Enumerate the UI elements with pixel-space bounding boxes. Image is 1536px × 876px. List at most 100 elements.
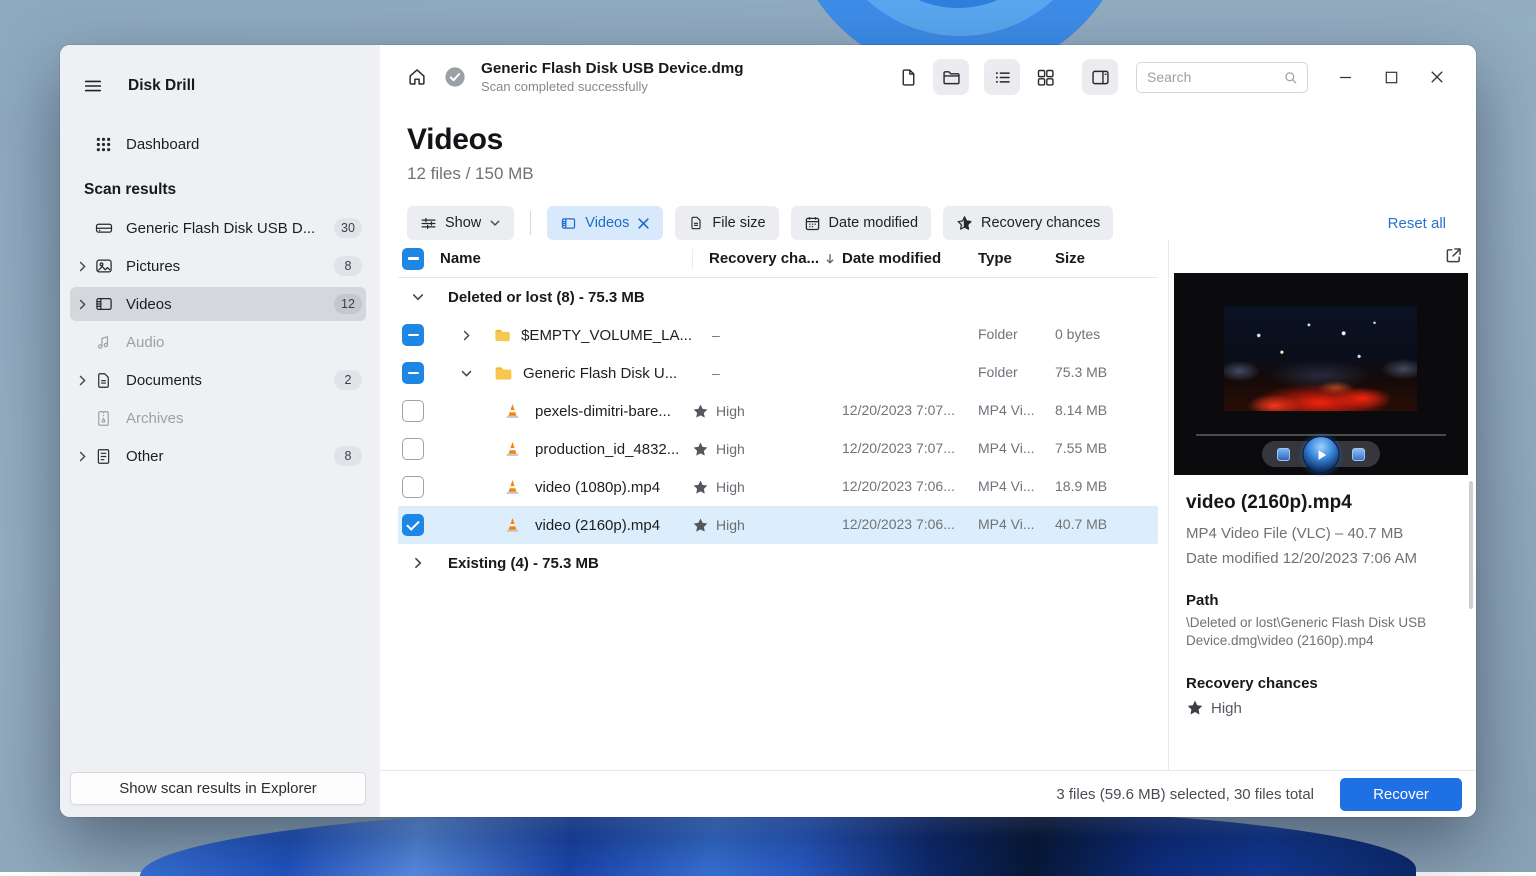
reset-all-link[interactable]: Reset all — [1388, 215, 1446, 232]
detail-file-name: video (2160p).mp4 — [1186, 492, 1456, 514]
preview-panel-toggle-button[interactable] — [1082, 59, 1118, 95]
chevron-down-icon[interactable] — [460, 367, 473, 380]
chevron-right-icon[interactable] — [70, 298, 94, 311]
side-panel-icon — [1090, 67, 1111, 88]
recovery-value: High — [716, 403, 745, 419]
table-row-file[interactable]: pexels-dimitri-bare... High 12/20/2023 7… — [398, 392, 1158, 430]
chevron-right-icon[interactable] — [460, 329, 473, 342]
sidebar-item-pictures[interactable]: Pictures 8 — [70, 249, 366, 283]
remove-filter-icon[interactable] — [637, 217, 650, 230]
row-checkbox-checked[interactable] — [402, 514, 424, 536]
close-button[interactable] — [1414, 59, 1460, 95]
sidebar-item-archives[interactable]: Archives — [70, 401, 366, 435]
hamburger-icon — [82, 75, 104, 97]
home-icon — [406, 66, 428, 88]
search-input[interactable] — [1147, 69, 1282, 85]
star-icon — [692, 479, 709, 496]
stop-button[interactable] — [1277, 448, 1290, 461]
window-controls — [1322, 59, 1460, 95]
sidebar-item-label: Documents — [124, 372, 334, 389]
recovery-value: High — [716, 441, 745, 457]
row-checkbox[interactable] — [402, 438, 424, 460]
detail-file-meta: MP4 Video File (VLC) – 40.7 MB — [1186, 525, 1456, 542]
results-table: Name Recovery cha... Date modified Type … — [380, 240, 1168, 770]
home-button[interactable] — [400, 60, 434, 94]
row-checkbox[interactable] — [402, 476, 424, 498]
sidebar-item-documents[interactable]: Documents 2 — [70, 363, 366, 397]
size-value: 18.9 MB — [1055, 478, 1107, 494]
sidebar-item-dashboard[interactable]: Dashboard — [70, 127, 366, 161]
page-summary: 12 files / 150 MB — [407, 164, 1446, 184]
table-row-file-selected[interactable]: video (2160p).mp4 High 12/20/2023 7:06..… — [398, 506, 1158, 544]
size-value: 40.7 MB — [1055, 516, 1107, 532]
vlc-cone-icon — [503, 516, 522, 535]
search-box[interactable] — [1136, 62, 1308, 93]
list-view-button[interactable] — [984, 59, 1020, 95]
sidebar-item-videos[interactable]: Videos 12 — [70, 287, 366, 321]
calendar-icon — [804, 215, 821, 232]
table-row-folder[interactable]: Generic Flash Disk U... – Folder 75.3 MB — [398, 354, 1158, 392]
size-value: 7.55 MB — [1055, 440, 1107, 456]
column-header-recovery[interactable]: Recovery cha... — [709, 250, 819, 267]
fullscreen-button[interactable] — [1352, 448, 1365, 461]
star-icon — [692, 441, 709, 458]
sidebar-item-other[interactable]: Other 8 — [70, 439, 366, 473]
file-details: video (2160p).mp4 MP4 Video File (VLC) –… — [1169, 475, 1476, 770]
hamburger-menu-button[interactable] — [76, 69, 110, 103]
video-player[interactable] — [1174, 273, 1468, 475]
maximize-button[interactable] — [1368, 59, 1414, 95]
show-filter-dropdown[interactable]: Show — [407, 206, 514, 240]
column-header-name[interactable]: Name — [440, 250, 481, 267]
file-name: production_id_4832... — [535, 441, 679, 458]
table-row-file[interactable]: video (1080p).mp4 High 12/20/2023 7:06..… — [398, 468, 1158, 506]
open-external-button[interactable] — [1443, 245, 1464, 266]
type-value: MP4 Vi... — [978, 440, 1035, 456]
row-checkbox[interactable] — [402, 400, 424, 422]
row-checkbox-indeterminate[interactable] — [402, 362, 424, 384]
scan-results-section-label: Scan results — [60, 165, 380, 207]
chevron-right-icon[interactable] — [411, 556, 427, 570]
count-badge: 2 — [334, 370, 362, 390]
chevron-right-icon[interactable] — [70, 260, 94, 273]
group-row-existing[interactable]: Existing (4) - 75.3 MB — [398, 544, 1158, 582]
recovery-chances-filter-chip[interactable]: Recovery chances — [943, 206, 1113, 240]
column-header-size[interactable]: Size — [1055, 250, 1085, 267]
date-value: 12/20/2023 7:06... — [842, 478, 955, 494]
sidebar-item-device[interactable]: Generic Flash Disk USB D... 30 — [70, 211, 366, 245]
column-separator — [692, 249, 693, 269]
minimize-button[interactable] — [1322, 59, 1368, 95]
chevron-down-icon[interactable] — [411, 290, 427, 304]
show-in-explorer-button[interactable]: Show scan results in Explorer — [70, 772, 366, 805]
chevron-right-icon[interactable] — [70, 374, 94, 387]
recover-button[interactable]: Recover — [1340, 778, 1462, 811]
count-badge: 30 — [334, 218, 362, 238]
date-modified-filter-chip[interactable]: Date modified — [791, 206, 931, 240]
star-icon — [1186, 699, 1204, 717]
vlc-cone-icon — [503, 402, 522, 421]
detail-recovery-value: High — [1211, 700, 1242, 717]
video-thumbnail — [1224, 306, 1417, 411]
file-size-filter-chip[interactable]: File size — [675, 206, 778, 240]
videos-filter-chip[interactable]: Videos — [547, 206, 663, 240]
sidebar-item-label: Audio — [124, 334, 366, 351]
row-checkbox-indeterminate[interactable] — [402, 324, 424, 346]
play-icon — [1314, 448, 1328, 462]
list-view-icon — [992, 67, 1013, 88]
folder-name: Generic Flash Disk U... — [523, 365, 677, 382]
column-header-type[interactable]: Type — [978, 250, 1012, 267]
new-session-button[interactable] — [890, 59, 926, 95]
table-row-folder[interactable]: $EMPTY_VOLUME_LA... – Folder 0 bytes — [398, 316, 1158, 354]
details-scrollbar[interactable] — [1469, 481, 1473, 609]
type-value: MP4 Vi... — [978, 478, 1035, 494]
grid-view-button[interactable] — [1027, 59, 1063, 95]
column-header-date[interactable]: Date modified — [842, 250, 941, 267]
folder-view-button[interactable] — [933, 59, 969, 95]
date-modified-filter-label: Date modified — [829, 215, 918, 231]
chevron-right-icon[interactable] — [70, 450, 94, 463]
select-all-checkbox[interactable] — [402, 248, 424, 270]
sidebar-item-audio[interactable]: Audio — [70, 325, 366, 359]
detail-recovery-label: Recovery chances — [1186, 675, 1456, 692]
table-row-file[interactable]: production_id_4832... High 12/20/2023 7:… — [398, 430, 1158, 468]
play-button[interactable] — [1303, 436, 1340, 473]
group-row-deleted[interactable]: Deleted or lost (8) - 75.3 MB — [398, 278, 1158, 316]
